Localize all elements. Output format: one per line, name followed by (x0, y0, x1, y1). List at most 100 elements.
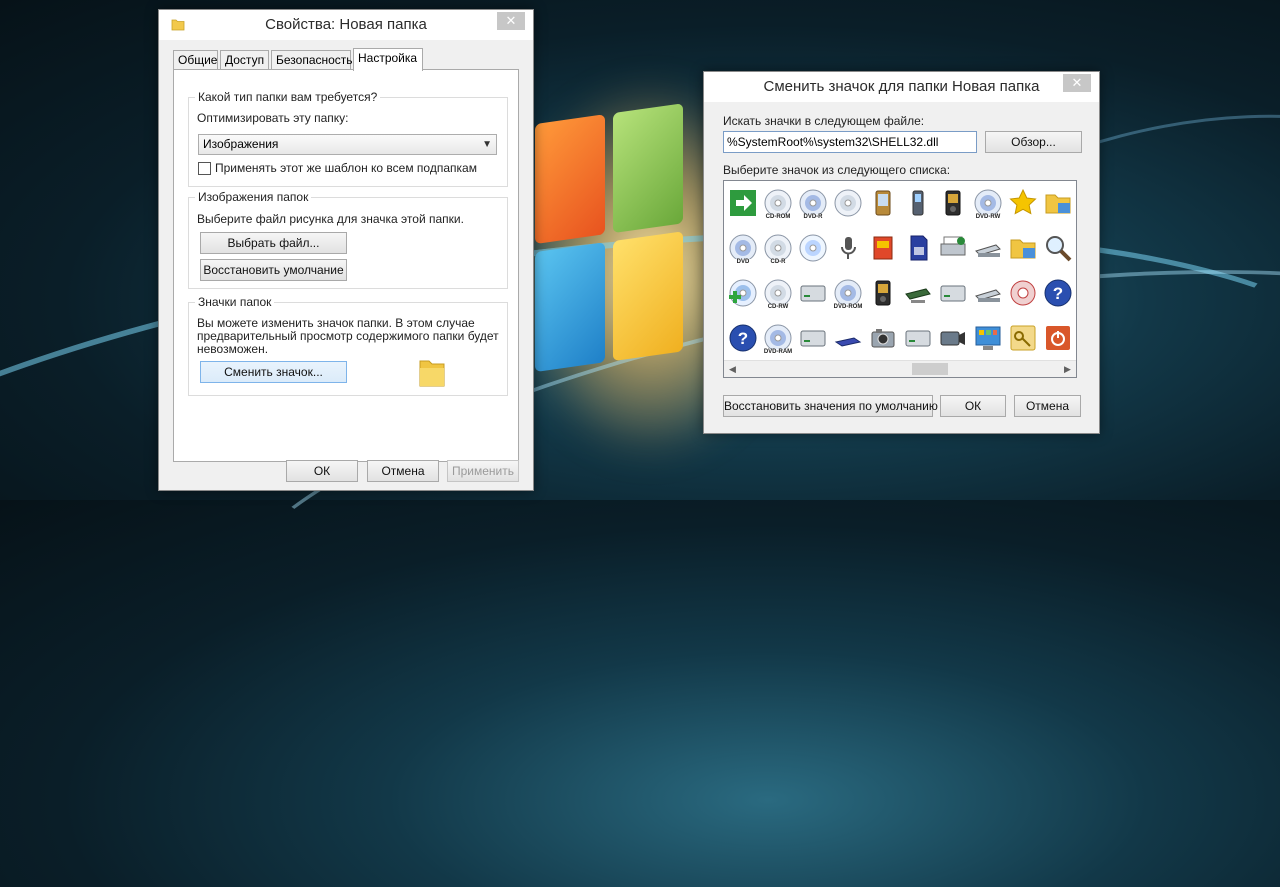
folder-pictures-group: Изображения папок Выберите файл рисунка … (188, 190, 508, 289)
icon-caption: DVD-ROM (831, 304, 865, 310)
icons-description-line-2: предварительный просмотр содержимого пап… (197, 329, 499, 343)
cancel-button[interactable]: Отмена (367, 460, 439, 482)
scanner-icon[interactable] (971, 230, 1005, 266)
icon-caption: CD-RW (761, 304, 795, 310)
network-computer-icon[interactable] (1076, 230, 1077, 266)
hard-drive-icon[interactable] (796, 320, 830, 356)
folder-type-group: Какой тип папки вам требуется? Оптимизир… (188, 90, 508, 187)
cancel-button[interactable]: Отмена (1014, 395, 1081, 417)
change-icon-titlebar: Сменить значок для папки Новая папка ✕ (704, 72, 1099, 102)
cd-disc-icon[interactable] (831, 185, 865, 221)
tab-security[interactable]: Безопасность (271, 50, 353, 69)
control-panel-icon[interactable] (971, 320, 1005, 356)
eject-icon[interactable] (1076, 275, 1077, 311)
file-label: Искать значки в следующем файле: (723, 114, 925, 128)
scrollbar-thumb[interactable] (912, 363, 948, 375)
network-drive-icon[interactable] (901, 275, 935, 311)
dvd-drive-icon[interactable]: DVD (726, 230, 760, 266)
close-icon: ✕ (1071, 75, 1083, 90)
group-title: Какой тип папки вам требуется? (195, 90, 381, 104)
tab-general[interactable]: Общие (173, 50, 218, 69)
microphone-icon[interactable] (831, 230, 865, 266)
dvd-ram-icon[interactable]: DVD-RAM (761, 320, 795, 356)
chevron-down-icon: ▼ (482, 139, 492, 150)
mobile-phone-icon[interactable] (901, 185, 935, 221)
svg-text:?: ? (738, 329, 748, 348)
folder-calendar-icon[interactable] (1041, 185, 1075, 221)
change-icon-dialog: Сменить значок для папки Новая папка ✕ И… (703, 71, 1100, 434)
icon-list-label: Выберите значок из следующего списка: (723, 163, 951, 177)
apply-subfolders-checkbox[interactable] (198, 162, 211, 175)
music-disc-add-icon[interactable] (726, 275, 760, 311)
icon-caption: DVD-RAM (761, 349, 795, 355)
icon-list[interactable]: ◀ ▶ CD-ROM DVD-R DVD-RW DVD CD-R CD-RW DVD-ROM… (723, 180, 1077, 378)
memory-card-icon[interactable] (866, 230, 900, 266)
ok-button[interactable]: ОК (286, 460, 358, 482)
scanner-camera-icon[interactable] (971, 275, 1005, 311)
tab-sharing[interactable]: Доступ (220, 50, 269, 69)
svg-text:?: ? (1053, 284, 1063, 303)
dvd-rw-icon[interactable]: DVD-RW (971, 185, 1005, 221)
apply-button[interactable]: Применить (447, 460, 519, 482)
cd-r-icon[interactable]: CD-R (761, 230, 795, 266)
optimize-value: Изображения (203, 137, 279, 151)
flat-drive-icon[interactable] (831, 320, 865, 356)
optimize-label: Оптимизировать эту папку: (197, 111, 349, 125)
change-icon-button[interactable]: Сменить значок... (200, 361, 347, 383)
dvd-r-icon[interactable]: DVD-R (796, 185, 830, 221)
optimize-select[interactable]: Изображения ▼ (198, 134, 497, 155)
camcorder-icon[interactable] (936, 320, 970, 356)
icons-description-line-3: невозможен. (197, 342, 269, 356)
restore-default-button[interactable]: Восстановить умолчание (200, 259, 347, 281)
choose-file-button[interactable]: Выбрать файл... (200, 232, 347, 254)
browse-button[interactable]: Обзор... (985, 131, 1082, 153)
dialog-title: Сменить значок для папки Новая папка (763, 78, 1040, 95)
settings-disc-icon[interactable] (1006, 275, 1040, 311)
help-icon[interactable]: ? (1041, 275, 1075, 311)
icon-caption: CD-ROM (761, 214, 795, 220)
icon-caption: DVD-R (796, 214, 830, 220)
sd-card-icon[interactable] (901, 230, 935, 266)
cd-rw-icon[interactable]: CD-RW (761, 275, 795, 311)
mp3-player-icon[interactable] (866, 275, 900, 311)
pictures-description: Выберите файл рисунка для значка этой па… (197, 212, 464, 226)
close-button[interactable]: ✕ (1063, 74, 1091, 92)
scroll-right-icon[interactable]: ▶ (1059, 361, 1076, 377)
dvd-rom-icon[interactable]: DVD-ROM (831, 275, 865, 311)
icon-caption: CD-R (761, 259, 795, 265)
properties-dialog: Свойства: Новая папка ✕ Общие Доступ Без… (158, 9, 534, 491)
power-icon[interactable] (1041, 320, 1075, 356)
key-icon[interactable] (1006, 320, 1040, 356)
group-title: Изображения папок (195, 190, 312, 204)
folder-icons-group: Значки папок Вы можете изменить значок п… (188, 295, 508, 396)
magnifier-icon[interactable] (1041, 230, 1075, 266)
media-player-icon[interactable] (936, 185, 970, 221)
properties-titlebar: Свойства: Новая папка ✕ (159, 10, 533, 40)
group-title: Значки папок (195, 295, 275, 309)
external-drive-icon[interactable] (901, 320, 935, 356)
green-arrow-icon[interactable] (726, 185, 760, 221)
restore-defaults-button[interactable]: Восстановить значения по умолчанию (723, 395, 938, 417)
icon-caption: DVD (726, 259, 760, 265)
close-icon: ✕ (505, 13, 517, 28)
scroll-left-icon[interactable]: ◀ (724, 361, 741, 377)
removable-drive-icon[interactable] (936, 275, 970, 311)
dialog-title: Свойства: Новая папка (265, 16, 427, 33)
pda-icon[interactable] (866, 185, 900, 221)
cd-rom-icon[interactable]: CD-ROM (761, 185, 795, 221)
file-path-input[interactable]: %SystemRoot%\system32\SHELL32.dll (723, 131, 977, 153)
icons-description-line-1: Вы можете изменить значок папки. В этом … (197, 316, 475, 330)
camera-icon[interactable] (866, 320, 900, 356)
apply-subfolders-label: Применять этот же шаблон ко всем подпапк… (215, 161, 477, 175)
close-button[interactable]: ✕ (497, 12, 525, 30)
audio-disc-icon[interactable] (796, 230, 830, 266)
network-printer-icon[interactable] (936, 230, 970, 266)
folder-icon[interactable] (1006, 230, 1040, 266)
ok-button[interactable]: ОК (940, 395, 1006, 417)
drive-icon[interactable] (796, 275, 830, 311)
customize-panel: Какой тип папки вам требуется? Оптимизир… (173, 69, 519, 462)
star-icon[interactable] (1006, 185, 1040, 221)
horizontal-scrollbar[interactable]: ◀ ▶ (724, 360, 1076, 377)
tab-customize[interactable]: Настройка (353, 48, 423, 71)
unknown-disc-icon[interactable]: ? (726, 320, 760, 356)
